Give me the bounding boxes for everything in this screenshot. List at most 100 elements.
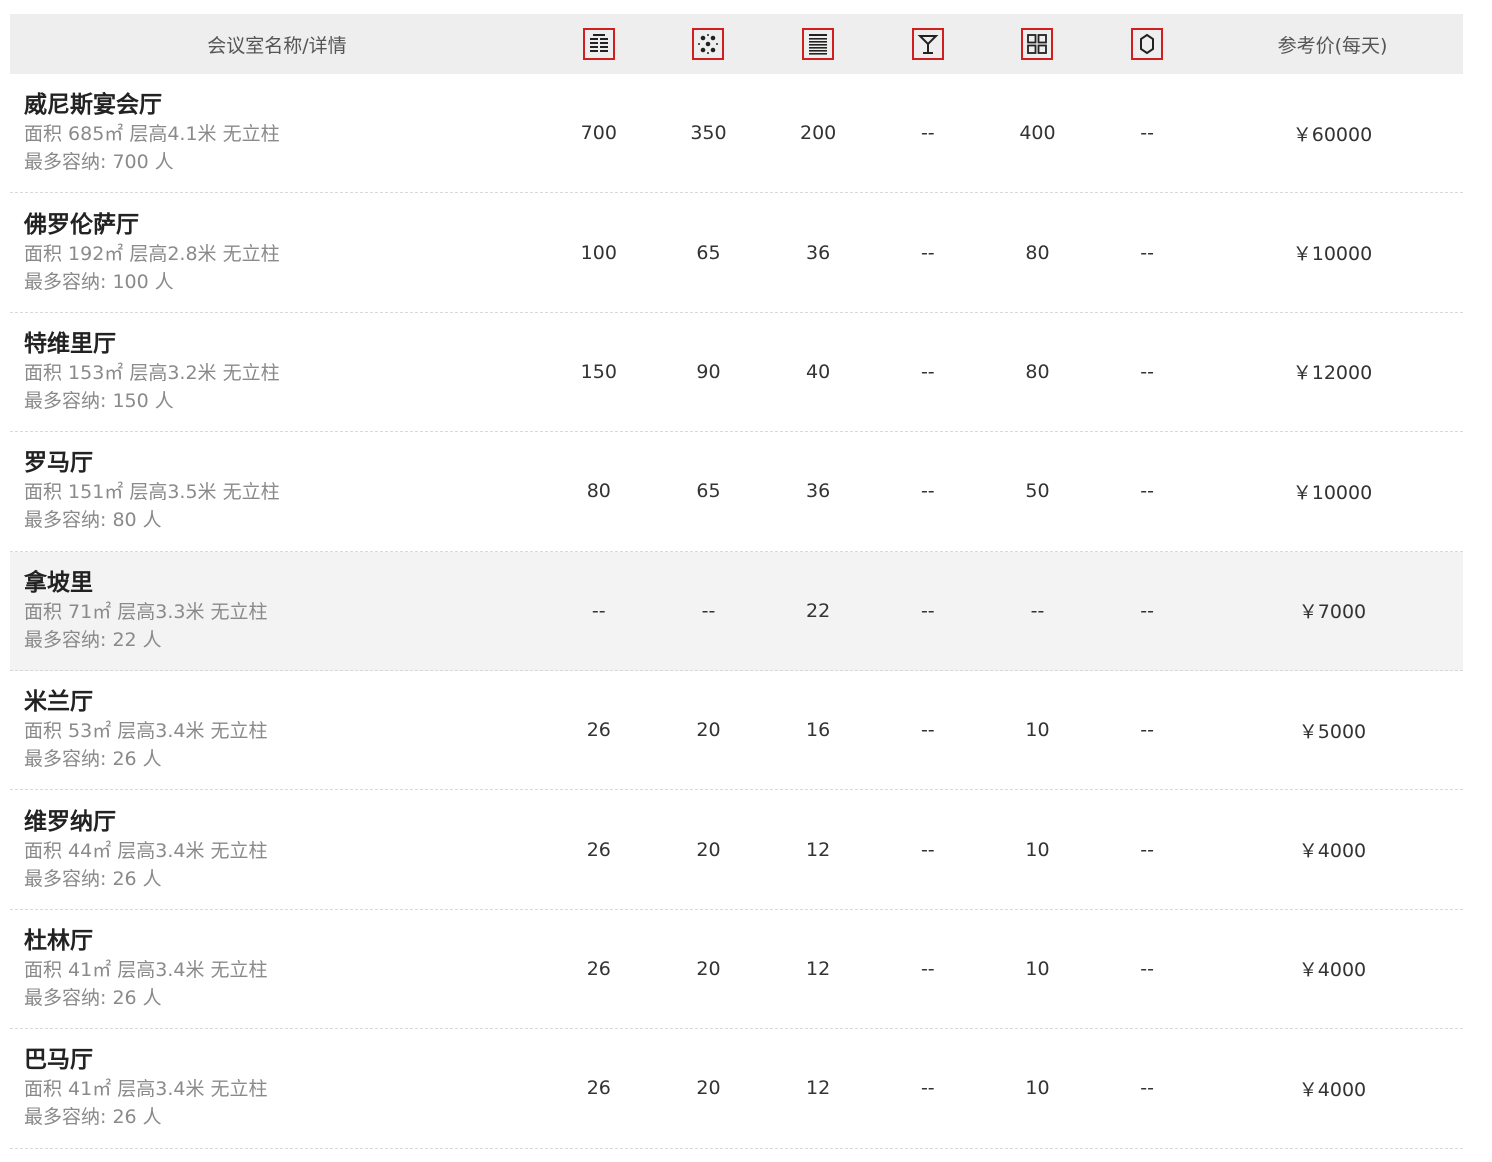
room-name[interactable]: 维罗纳厅 (24, 807, 544, 837)
room-name[interactable]: 罗马厅 (24, 448, 544, 478)
cocktail-capacity: -- (920, 957, 935, 980)
cocktail-capacity: -- (920, 360, 935, 383)
room-name[interactable]: 巴马厅 (24, 1045, 544, 1075)
header-classroom (763, 28, 873, 60)
u-shape-capacity: 80 (1025, 360, 1050, 383)
u-shape-capacity: -- (1030, 599, 1045, 622)
table-row[interactable]: 拿坡里 面积 71㎡ 层高3.3米 无立柱 最多容纳: 22 人 -- -- 2… (10, 551, 1463, 671)
room-capacity: 最多容纳: 100 人 (24, 270, 174, 293)
header-cocktail (873, 28, 983, 60)
classroom-capacity: 22 (806, 599, 831, 622)
room-price: ￥60000 (1292, 123, 1373, 146)
room-capacity: 最多容纳: 80 人 (24, 509, 162, 532)
boardroom-capacity: -- (1140, 1077, 1154, 1100)
u-shape-capacity: 50 (1025, 480, 1050, 503)
boardroom-capacity: -- (1140, 360, 1154, 383)
room-info: 威尼斯宴会厅 面积 685㎡ 层高4.1米 无立柱 最多容纳: 700 人 (10, 90, 544, 176)
table-row[interactable]: 维罗纳厅 面积 44㎡ 层高3.4米 无立柱 最多容纳: 26 人 26 20 … (10, 790, 1463, 910)
classroom-capacity: 200 (800, 122, 837, 145)
theater-capacity: 26 (586, 957, 611, 980)
room-capacity: 最多容纳: 700 人 (24, 151, 174, 174)
classroom-capacity: 36 (806, 241, 831, 264)
room-price: ￥4000 (1298, 1078, 1367, 1101)
room-name[interactable]: 佛罗伦萨厅 (24, 210, 544, 240)
cocktail-capacity: -- (920, 838, 935, 861)
banquet-capacity: 20 (696, 838, 721, 861)
table-row[interactable]: 米兰厅 面积 53㎡ 层高3.4米 无立柱 最多容纳: 26 人 26 20 1… (10, 671, 1463, 791)
meeting-room-table: 会议室名称/详情 参考价(每天) 威尼斯宴会厅 面积 685㎡ 层高4.1米 无… (10, 14, 1463, 1149)
theater-capacity: 80 (586, 480, 611, 503)
table-row[interactable]: 罗马厅 面积 151㎡ 层高3.5米 无立柱 最多容纳: 80 人 80 65 … (10, 432, 1463, 552)
banquet-capacity: 65 (696, 241, 721, 264)
table-row[interactable]: 佛罗伦萨厅 面积 192㎡ 层高2.8米 无立柱 最多容纳: 100 人 100… (10, 193, 1463, 313)
table-row[interactable]: 杜林厅 面积 41㎡ 层高3.4米 无立柱 最多容纳: 26 人 26 20 1… (10, 910, 1463, 1030)
theater-capacity: 26 (586, 838, 611, 861)
table-row[interactable]: 特维里厅 面积 153㎡ 层高3.2米 无立柱 最多容纳: 150 人 150 … (10, 313, 1463, 433)
u-shape-capacity: 400 (1019, 122, 1056, 145)
banquet-capacity: 20 (696, 1077, 721, 1100)
cocktail-capacity: -- (920, 241, 935, 264)
room-detail: 面积 41㎡ 层高3.4米 无立柱 (24, 1078, 268, 1101)
room-detail: 面积 41㎡ 层高3.4米 无立柱 (24, 958, 268, 981)
theater-capacity: 26 (586, 1077, 611, 1100)
boardroom-capacity: -- (1140, 480, 1154, 503)
header-u-shape (983, 28, 1093, 60)
room-detail: 面积 685㎡ 层高4.1米 无立柱 (24, 123, 280, 146)
room-detail: 面积 53㎡ 层高3.4米 无立柱 (24, 720, 268, 743)
boardroom-capacity: -- (1140, 838, 1154, 861)
cocktail-capacity: -- (920, 122, 935, 145)
banquet-capacity: -- (701, 599, 716, 622)
room-info: 杜林厅 面积 41㎡ 层高3.4米 无立柱 最多容纳: 26 人 (10, 926, 544, 1012)
room-info: 米兰厅 面积 53㎡ 层高3.4米 无立柱 最多容纳: 26 人 (10, 687, 544, 773)
room-detail: 面积 192㎡ 层高2.8米 无立柱 (24, 242, 280, 265)
boardroom-capacity: -- (1140, 957, 1154, 980)
room-detail: 面积 71㎡ 层高3.3米 无立柱 (24, 600, 268, 623)
table-row[interactable]: 威尼斯宴会厅 面积 685㎡ 层高4.1米 无立柱 最多容纳: 700 人 70… (10, 74, 1463, 194)
room-capacity: 最多容纳: 26 人 (24, 867, 162, 890)
room-name[interactable]: 米兰厅 (24, 687, 544, 717)
room-price: ￥5000 (1298, 720, 1367, 743)
classroom-capacity: 12 (806, 957, 831, 980)
room-info: 拿坡里 面积 71㎡ 层高3.3米 无立柱 最多容纳: 22 人 (10, 568, 544, 654)
table-header: 会议室名称/详情 参考价(每天) (10, 14, 1463, 74)
table-row[interactable]: 巴马厅 面积 41㎡ 层高3.4米 无立柱 最多容纳: 26 人 26 20 1… (10, 1029, 1463, 1149)
room-detail: 面积 151㎡ 层高3.5米 无立柱 (24, 481, 280, 504)
u-shape-layout-icon (1021, 28, 1054, 60)
room-price: ￥4000 (1298, 959, 1367, 982)
banquet-capacity: 90 (696, 360, 721, 383)
table-body: 威尼斯宴会厅 面积 685㎡ 层高4.1米 无立柱 最多容纳: 700 人 70… (10, 74, 1463, 1149)
u-shape-capacity: 10 (1025, 838, 1050, 861)
room-info: 罗马厅 面积 151㎡ 层高3.5米 无立柱 最多容纳: 80 人 (10, 448, 544, 534)
boardroom-layout-icon (1131, 28, 1164, 60)
banquet-capacity: 20 (696, 957, 721, 980)
room-name[interactable]: 拿坡里 (24, 568, 544, 598)
room-name[interactable]: 威尼斯宴会厅 (24, 90, 544, 120)
room-detail: 面积 153㎡ 层高3.2米 无立柱 (24, 361, 280, 384)
classroom-capacity: 12 (806, 1077, 831, 1100)
room-name[interactable]: 特维里厅 (24, 329, 544, 359)
u-shape-capacity: 80 (1025, 241, 1050, 264)
u-shape-capacity: 10 (1025, 1077, 1050, 1100)
u-shape-capacity: 10 (1025, 957, 1050, 980)
boardroom-capacity: -- (1140, 719, 1154, 742)
room-capacity: 最多容纳: 22 人 (24, 628, 162, 651)
room-name[interactable]: 杜林厅 (24, 926, 544, 956)
theater-capacity: 100 (580, 241, 617, 264)
theater-capacity: 700 (580, 122, 617, 145)
theater-capacity: -- (591, 599, 606, 622)
classroom-capacity: 16 (806, 719, 831, 742)
boardroom-capacity: -- (1140, 241, 1154, 264)
room-price: ￥12000 (1292, 362, 1373, 385)
room-info: 佛罗伦萨厅 面积 192㎡ 层高2.8米 无立柱 最多容纳: 100 人 (10, 210, 544, 296)
header-price: 参考价(每天) (1277, 34, 1388, 57)
room-info: 巴马厅 面积 41㎡ 层高3.4米 无立柱 最多容纳: 26 人 (10, 1045, 544, 1131)
classroom-capacity: 40 (806, 360, 831, 383)
header-theater (544, 28, 654, 60)
room-price: ￥10000 (1292, 243, 1373, 266)
cocktail-capacity: -- (920, 599, 935, 622)
room-price: ￥10000 (1292, 481, 1373, 504)
room-price: ￥7000 (1298, 601, 1367, 624)
room-capacity: 最多容纳: 26 人 (24, 986, 162, 1009)
banquet-capacity: 350 (690, 122, 727, 145)
header-name-detail: 会议室名称/详情 (207, 34, 347, 57)
